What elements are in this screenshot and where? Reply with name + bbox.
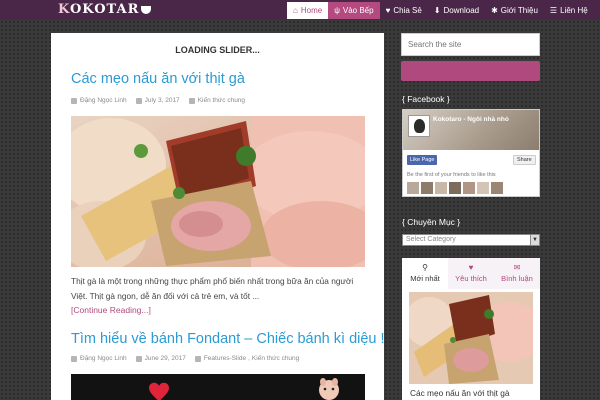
cutlery-icon: ψ: [334, 6, 340, 15]
nav-item-home[interactable]: ⌂ Home: [287, 2, 329, 19]
post-author[interactable]: Đặng Ngọc Linh: [80, 97, 127, 104]
friend-avatar[interactable]: [407, 182, 419, 194]
download-icon: ⬇: [433, 6, 441, 15]
friend-avatar[interactable]: [421, 182, 433, 194]
continue-reading-link[interactable]: [Continue Reading...]: [71, 305, 151, 315]
post-category[interactable]: Kiến thức chung: [198, 97, 245, 104]
friend-avatar[interactable]: [491, 182, 503, 194]
calendar-icon: [135, 97, 142, 104]
facebook-friend-faces: [407, 182, 503, 194]
friend-avatar[interactable]: [449, 182, 461, 194]
post-author[interactable]: Đặng Ngọc Linh: [80, 355, 127, 362]
post-featured-image[interactable]: [71, 374, 365, 400]
nav-item-lien-he[interactable]: ☰ Liên Hệ: [544, 2, 594, 19]
slider-loading-text: LOADING SLIDER...: [175, 45, 260, 55]
tab-binh-luan[interactable]: ✉ Bình luận: [494, 258, 540, 289]
facebook-widget-title: { Facebook }: [402, 94, 450, 104]
tab-label: Yêu thích: [455, 274, 487, 283]
post-category[interactable]: Features-Slide: [204, 355, 246, 362]
nav-item-gioi-thieu[interactable]: ✱ Giới Thiệu: [485, 2, 544, 19]
main-menu: ⌂ Home ψ Vào Bếp ♥ Chia Sẻ ⬇ Download ✱ Giới …: [287, 2, 594, 19]
facebook-page-name[interactable]: Kokotaro - Ngôi nhà nhỏ: [433, 116, 509, 123]
post-featured-image[interactable]: [71, 116, 365, 267]
facebook-friends-text: Be the first of your friends to like thi…: [407, 172, 496, 178]
heart-icon: ♥: [385, 6, 391, 15]
asterisk-icon: ✱: [491, 6, 498, 15]
facebook-share-button[interactable]: Share: [513, 155, 536, 165]
tab-yeu-thich[interactable]: ♥ Yêu thích: [448, 258, 494, 289]
categories-widget-title: { Chuyên Mục }: [402, 217, 461, 227]
nav-label: Giới Thiệu: [500, 6, 538, 15]
search-button[interactable]: [401, 61, 540, 81]
post-date: June 29, 2017: [144, 355, 186, 362]
friend-avatar[interactable]: [463, 182, 475, 194]
folder-icon: [194, 355, 201, 362]
bell-icon: ⚲: [422, 263, 428, 272]
top-navigation-bar: KOKOTAR ⌂ Home ψ Vào Bếp ♥ Chia Sẻ ⬇ Downloa…: [0, 0, 600, 20]
heart-icon: ♥: [468, 263, 474, 272]
user-icon: [71, 355, 77, 362]
post-excerpt: Thịt gà là một trong những thực phẩm phổ…: [71, 276, 354, 301]
post-title[interactable]: Tìm hiểu về bánh Fondant – Chiếc bánh kì…: [71, 331, 384, 347]
main-content: LOADING SLIDER... Các mẹo nấu ăn với thị…: [51, 33, 384, 400]
post-meta: Đặng Ngọc Linh July 3, 2017 Kiến thức ch…: [71, 97, 254, 104]
facebook-page-widget: Kokotaro - Ngôi nhà nhỏ Like Page Share …: [402, 109, 540, 197]
post-meta: Đặng Ngọc Linh June 29, 2017 Features-Sl…: [71, 355, 308, 362]
post-title[interactable]: Các mẹo nấu ăn với thịt gà: [71, 71, 245, 87]
post-date: July 3, 2017: [144, 97, 180, 104]
nav-label: Vào Bếp: [342, 6, 374, 15]
folder-icon: [188, 97, 195, 104]
tab-label: Mới nhất: [410, 274, 440, 283]
friend-avatar[interactable]: [477, 182, 489, 194]
nav-label: Liên Hệ: [560, 6, 588, 15]
tab-post-title[interactable]: Các mẹo nấu ăn với thịt gà: [410, 388, 510, 398]
separator: ,: [248, 355, 250, 362]
nav-item-chia-se[interactable]: ♥ Chia Sẻ: [380, 2, 428, 19]
list-icon: ☰: [549, 6, 558, 15]
tab-label: Bình luận: [501, 274, 533, 283]
category-select[interactable]: Select Category ▼: [402, 234, 540, 246]
nav-item-download[interactable]: ⬇ Download: [428, 2, 485, 19]
calendar-icon: [135, 355, 142, 362]
facebook-avatar[interactable]: [408, 115, 430, 137]
bowl-icon: [141, 5, 152, 14]
friend-avatar[interactable]: [435, 182, 447, 194]
chevron-down-icon: ▼: [530, 235, 539, 245]
post-category[interactable]: Kiến thức chung: [252, 355, 299, 362]
nav-item-vao-bep[interactable]: ψ Vào Bếp: [328, 2, 380, 19]
nav-label: Chia Sẻ: [393, 6, 422, 15]
search-input[interactable]: [401, 33, 540, 56]
comment-icon: ✉: [513, 263, 521, 272]
nav-label: Home: [300, 6, 323, 15]
user-icon: [71, 97, 77, 104]
tab-moi-nhat[interactable]: ⚲ Mới nhất: [402, 258, 448, 289]
site-logo[interactable]: KOKOTAR: [58, 2, 152, 18]
posts-tabs-widget: ⚲ Mới nhất ♥ Yêu thích ✉ Bình luận Các mẹo …: [402, 258, 540, 400]
home-icon: ⌂: [293, 6, 298, 15]
facebook-like-button[interactable]: Like Page: [407, 155, 438, 165]
nav-label: Download: [443, 6, 480, 15]
category-select-value: Select Category: [406, 236, 456, 243]
posts-tab-bar: ⚲ Mới nhất ♥ Yêu thích ✉ Bình luận: [402, 258, 540, 289]
tab-post-thumbnail[interactable]: [409, 292, 533, 384]
